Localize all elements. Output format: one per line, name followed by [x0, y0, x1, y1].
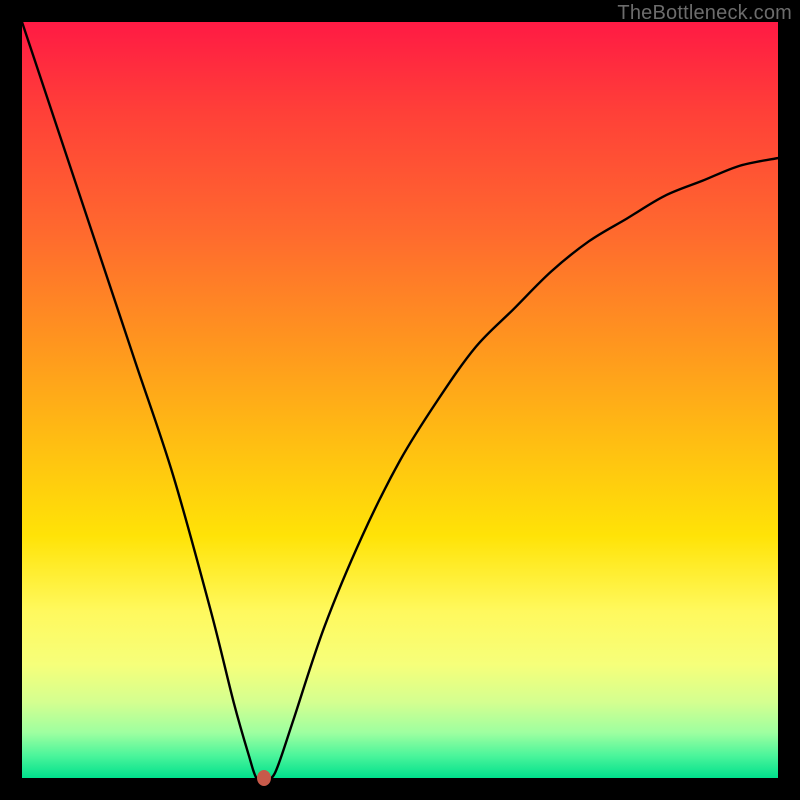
- optimum-marker: [257, 770, 271, 786]
- bottleneck-curve: [22, 22, 778, 778]
- plot-area: [22, 22, 778, 778]
- chart-frame: TheBottleneck.com: [0, 0, 800, 800]
